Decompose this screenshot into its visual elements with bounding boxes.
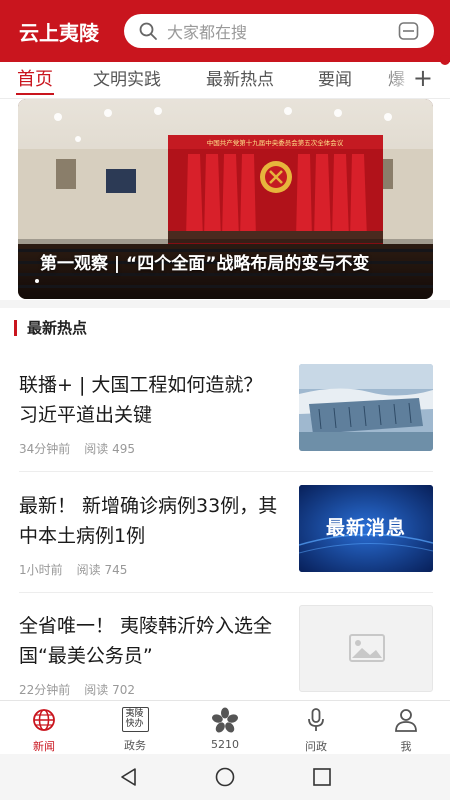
news-meta: 34分钟前 阅读 495	[19, 440, 135, 457]
hall-banner-text: 中国共产党第十九届中央委员会第五次全体会议	[207, 138, 344, 147]
tab-home[interactable]: 首页	[17, 65, 53, 91]
news-title: 全省唯一！ 夷陵韩沂妗入选全国“最美公务员”	[19, 615, 273, 667]
nav-news-label: 新闻	[33, 740, 55, 753]
notification-dot	[440, 55, 450, 65]
news-reads: 阅读 495	[84, 442, 136, 456]
globe-icon	[33, 709, 55, 731]
banner-caption: 第一观察 | “四个全面”战略布局的变与不变	[40, 254, 370, 274]
news-time: 1小时前	[19, 563, 63, 577]
search-placeholder: 大家都在搜	[167, 23, 248, 42]
system-navigation-bar	[0, 754, 450, 800]
app-header: 云上夷陵 大家都在搜	[0, 0, 450, 62]
channel-tabs: 首页 文明实践 最新热点 要闻 爆 +	[0, 62, 450, 99]
nav-government-label: 政务	[124, 739, 146, 752]
tab-latest-hot[interactable]: 最新热点	[206, 65, 274, 90]
search-bar[interactable]: 大家都在搜	[124, 14, 434, 48]
news-item[interactable]: 最新！ 新增确诊病例33例，其中本土病例1例 1小时前 阅读 745 最新消息	[0, 485, 450, 605]
nav-inquiry[interactable]: 问政	[286, 707, 346, 754]
carousel-indicator	[35, 279, 39, 283]
bottom-navigation: 新闻 夷陵快办 政务 5210 问政 我	[0, 700, 450, 754]
app-title: 云上夷陵	[19, 20, 99, 45]
microphone-icon	[308, 708, 324, 731]
news-title: 联播+ | 大国工程如何造就？习近平道出关键	[19, 374, 263, 426]
search-icon	[139, 22, 157, 40]
nav-5210-label: 5210	[211, 738, 239, 751]
news-thumbnail: 最新消息	[299, 485, 433, 572]
news-reads: 阅读 702	[84, 683, 136, 697]
flower-icon	[212, 707, 238, 733]
news-divider	[19, 471, 433, 472]
yiling-express-icon: 夷陵快办	[121, 707, 149, 732]
tab-headlines[interactable]: 要闻	[318, 65, 352, 90]
nav-5210[interactable]: 5210	[195, 707, 255, 751]
nav-news[interactable]: 新闻	[14, 707, 74, 754]
nav-inquiry-label: 问政	[305, 740, 327, 753]
section-title: 最新热点	[27, 319, 88, 337]
back-icon[interactable]	[119, 767, 139, 787]
active-tab-indicator	[16, 93, 54, 95]
nav-me[interactable]: 我	[376, 707, 436, 754]
home-icon[interactable]	[215, 767, 235, 787]
image-placeholder-icon	[349, 634, 385, 662]
nav-government[interactable]: 夷陵快办 政务	[105, 707, 165, 753]
nav-me-label: 我	[400, 740, 412, 753]
news-title: 最新！ 新增确诊病例33例，其中本土病例1例	[19, 495, 278, 547]
news-reads: 阅读 745	[76, 563, 128, 577]
news-meta: 22分钟前 阅读 702	[19, 681, 135, 698]
tab-civilization-practice[interactable]: 文明实践	[93, 65, 161, 90]
thumbnail-text: 最新消息	[325, 517, 406, 539]
news-divider	[19, 592, 433, 593]
scan-icon[interactable]	[398, 22, 419, 40]
news-time: 22分钟前	[19, 683, 71, 697]
recent-apps-icon[interactable]	[312, 767, 332, 787]
section-gap	[0, 300, 450, 308]
news-thumbnail	[299, 605, 433, 692]
news-time: 34分钟前	[19, 442, 71, 456]
banner-carousel[interactable]: 中国共产党第十九届中央委员会第五次全体会议 第一观察 | “四个全面”战略布局的…	[18, 99, 433, 299]
news-thumbnail	[299, 364, 433, 451]
add-channel-icon[interactable]: +	[413, 64, 433, 92]
news-item[interactable]: 联播+ | 大国工程如何造就？习近平道出关键 34分钟前 阅读 495	[0, 364, 450, 484]
news-meta: 1小时前 阅读 745	[19, 561, 127, 578]
section-accent-bar	[14, 319, 17, 336]
user-icon	[395, 709, 417, 732]
section-header: 最新热点	[14, 317, 87, 338]
